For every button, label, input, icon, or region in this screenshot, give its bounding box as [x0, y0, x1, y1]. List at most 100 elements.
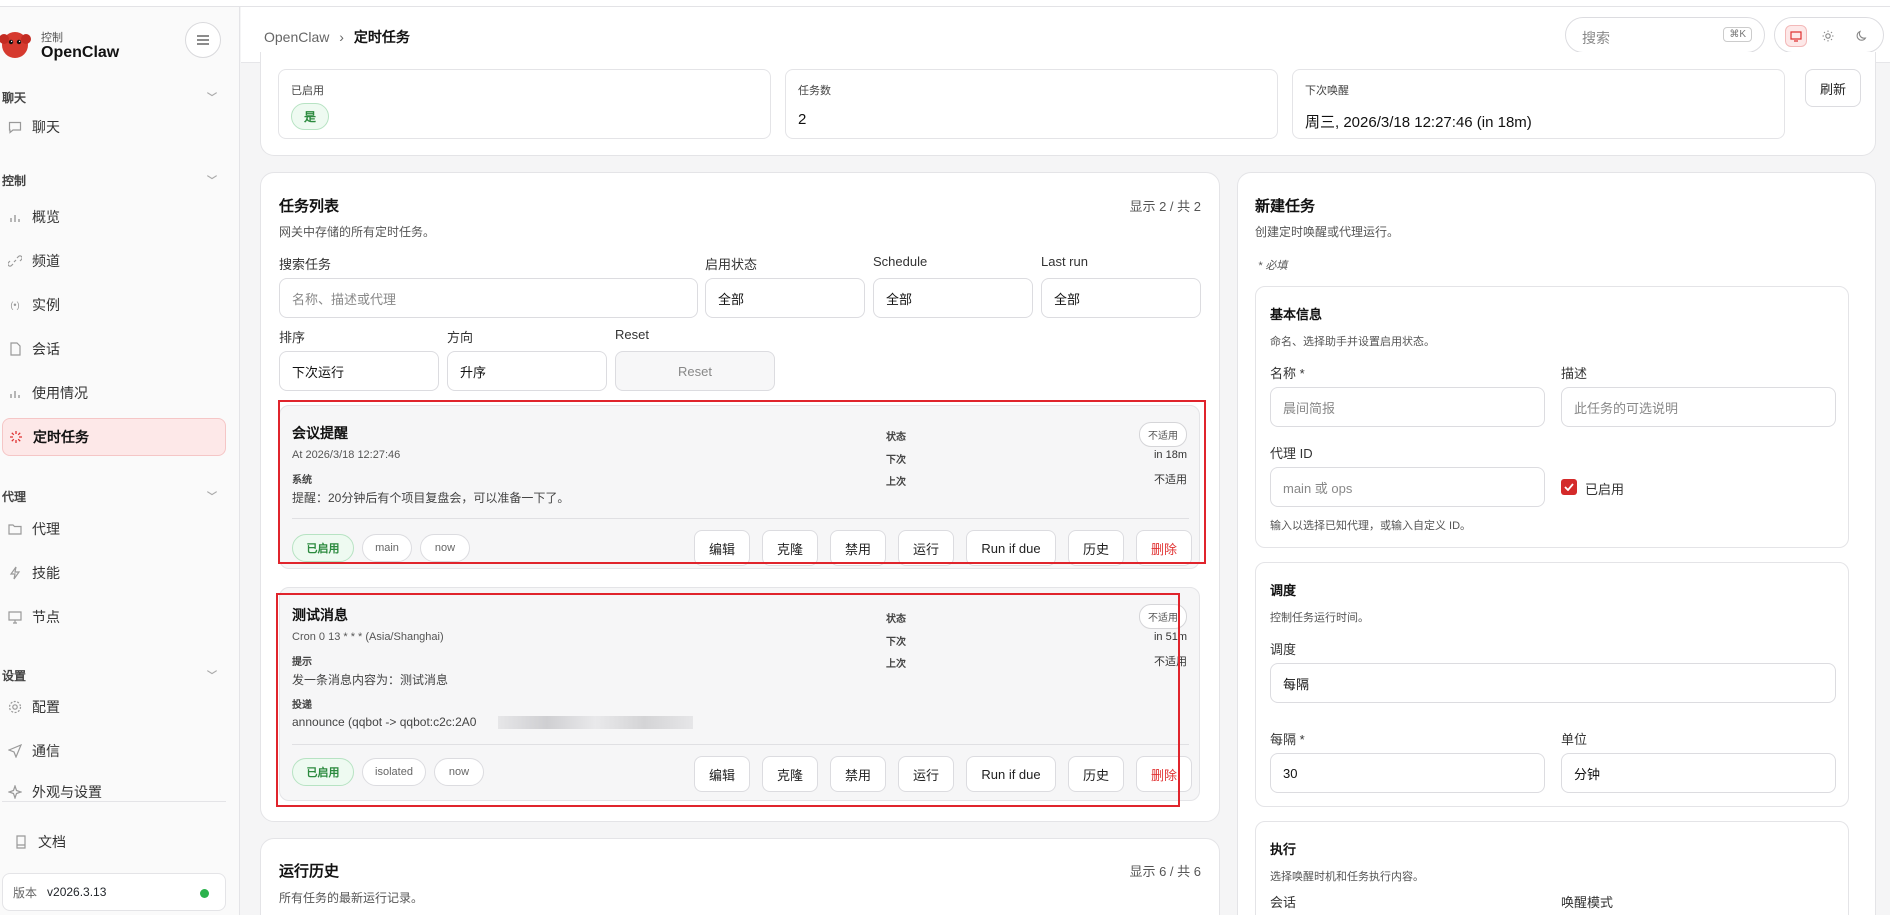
new-task-title: 新建任务 [1255, 198, 1316, 215]
section-label: 控制 [2, 174, 27, 188]
run-history-card: 运行历史 显示 6 / 共 6 所有任务的最新运行记录。 [260, 838, 1220, 915]
section-chat[interactable]: 聊天 ﹀ [2, 89, 217, 106]
lobster-logo-icon [0, 32, 31, 58]
chevron-down-icon: ﹀ [207, 492, 217, 503]
run-history-title: 运行历史 [279, 863, 340, 880]
sidebar-item-agents[interactable]: 代理 [2, 510, 226, 548]
sort-select[interactable]: 下次运行 [279, 351, 439, 391]
sidebar-item-docs[interactable]: 文档 [2, 823, 226, 861]
sidebar-item-scheduled-tasks[interactable]: 定时任务 [2, 418, 226, 456]
theme-switcher [1774, 17, 1884, 53]
basic-info-subtitle: 命名、选择助手并设置启用状态。 [1270, 336, 1435, 348]
brand-name: OpenClaw [41, 44, 120, 61]
enabled-filter-select[interactable]: 全部 [705, 278, 865, 318]
chevron-down-icon: ﹀ [207, 176, 217, 187]
moon-icon[interactable] [1851, 25, 1873, 47]
collapse-sidebar-button[interactable] [185, 22, 221, 58]
sidebar-item-label: 频道 [32, 253, 60, 269]
task-list-subtitle: 网关中存储的所有定时任务。 [279, 225, 436, 239]
unit-select[interactable]: 分钟 [1561, 753, 1836, 793]
section-agents[interactable]: 代理 ﹀ [2, 488, 217, 505]
sidebar-item-nodes[interactable]: 节点 [2, 598, 226, 636]
description-input[interactable]: 此任务的可选说明 [1561, 387, 1836, 427]
every-input[interactable]: 30 [1270, 753, 1545, 793]
sidebar-item-channels[interactable]: 频道 [2, 242, 226, 280]
breadcrumb: OpenClaw › 定时任务 [264, 27, 410, 47]
task-count: 显示 2 / 共 2 [1129, 199, 1201, 214]
task-search-input[interactable]: 名称、描述或代理 [279, 278, 698, 318]
gear-icon [6, 700, 24, 714]
book-icon [12, 835, 30, 849]
sidebar-item-overview[interactable]: 概览 [2, 198, 226, 236]
sparkle-icon [6, 785, 24, 799]
status-dot-icon [200, 889, 209, 898]
window-top-edge [0, 0, 1890, 7]
highlight-box-job-1 [278, 400, 1206, 564]
basic-info-section: 基本信息 命名、选择助手并设置启用状态。 名称 * 晨间简报 描述 此任务的可选… [1255, 286, 1849, 548]
search-shortcut: ⌘K [1723, 27, 1752, 42]
sun-icon[interactable] [1817, 25, 1839, 47]
version-label: 版本 [13, 885, 38, 900]
name-label: 名称 * [1270, 363, 1305, 382]
task-list-title: 任务列表 [279, 198, 340, 215]
agent-id-label: 代理 ID [1270, 446, 1313, 461]
version-badge: 版本 v2026.3.13 [2, 873, 226, 911]
reset-label: Reset [615, 327, 649, 342]
schedule-filter-select[interactable]: 全部 [873, 278, 1033, 318]
section-label: 代理 [2, 490, 27, 504]
filter-lastrun-label: Last run [1041, 254, 1088, 269]
version-value: v2026.3.13 [47, 885, 107, 899]
reset-button[interactable]: Reset [615, 351, 775, 391]
required-mark: * [1299, 732, 1305, 747]
sidebar-item-label: 会话 [32, 341, 60, 357]
lastrun-filter-select[interactable]: 全部 [1041, 278, 1201, 318]
direction-select[interactable]: 升序 [447, 351, 607, 391]
filter-search-label: 搜索任务 [279, 257, 332, 272]
breadcrumb-root[interactable]: OpenClaw [264, 29, 329, 45]
section-label: 设置 [2, 669, 27, 683]
send-icon [6, 744, 24, 758]
hamburger-icon [197, 35, 209, 45]
chat-icon [6, 121, 24, 134]
session-label: 会话 [1270, 895, 1297, 910]
sidebar-item-label: 文档 [38, 834, 66, 850]
search-input[interactable]: 搜索 ⌘K [1565, 17, 1765, 53]
section-label: 聊天 [2, 91, 27, 105]
sidebar-item-chat[interactable]: 聊天 [2, 108, 226, 146]
agent-id-input[interactable]: main 或 ops [1270, 467, 1545, 507]
sidebar-item-sessions[interactable]: 会话 [2, 330, 226, 368]
agent-id-hint: 输入以选择已知代理，或输入自定义 ID。 [1270, 520, 1472, 532]
name-label-text: 名称 [1270, 366, 1297, 381]
filter-enabled-label: 启用状态 [705, 257, 758, 272]
search-placeholder: 搜索 [1582, 30, 1610, 46]
loader-icon [7, 430, 25, 444]
sidebar-item-config[interactable]: 配置 [2, 688, 226, 726]
sidebar-item-instances[interactable]: (•) 实例 [2, 286, 226, 324]
execution-section: 执行 选择唤醒时机和任务执行内容。 会话 唤醒模式 [1255, 821, 1849, 915]
sidebar-item-usage[interactable]: 使用情况 [2, 374, 226, 412]
sidebar-item-label: 配置 [32, 699, 60, 715]
every-label-text: 每隔 [1270, 732, 1297, 747]
enabled-checkbox[interactable] [1561, 479, 1577, 495]
chevron-down-icon: ﹀ [207, 671, 217, 682]
sidebar: 控制 OpenClaw 聊天 ﹀ 聊天 控制 ﹀ 概览 频道 (•) 实例 会话 使… [0, 7, 240, 915]
section-control[interactable]: 控制 ﹀ [2, 172, 217, 189]
schedule-kind-select[interactable]: 每隔 [1270, 663, 1836, 703]
sidebar-item-communication[interactable]: 通信 [2, 732, 226, 770]
sidebar-item-skills[interactable]: 技能 [2, 554, 226, 592]
system-theme-icon[interactable] [1785, 25, 1807, 47]
sidebar-item-label: 外观与设置 [32, 784, 102, 800]
run-history-count: 显示 6 / 共 6 [1129, 864, 1201, 879]
required-mark: * [1299, 366, 1305, 381]
brand-subtitle: 控制 [41, 32, 63, 44]
new-task-subtitle: 创建定时唤醒或代理运行。 [1255, 225, 1400, 239]
stat-enabled: 已启用 是 [278, 69, 771, 139]
execution-subtitle: 选择唤醒时机和任务执行内容。 [1270, 871, 1424, 883]
checkmark-icon [1564, 483, 1574, 491]
refresh-button[interactable]: 刷新 [1805, 69, 1861, 107]
sidebar-item-appearance[interactable]: 外观与设置 [2, 776, 226, 808]
section-settings[interactable]: 设置 ﹀ [2, 667, 217, 684]
folder-icon [6, 523, 24, 535]
schedule-section: 调度 控制任务运行时间。 调度 每隔 每隔 * 30 单位 分钟 [1255, 562, 1849, 807]
name-input[interactable]: 晨间简报 [1270, 387, 1545, 427]
